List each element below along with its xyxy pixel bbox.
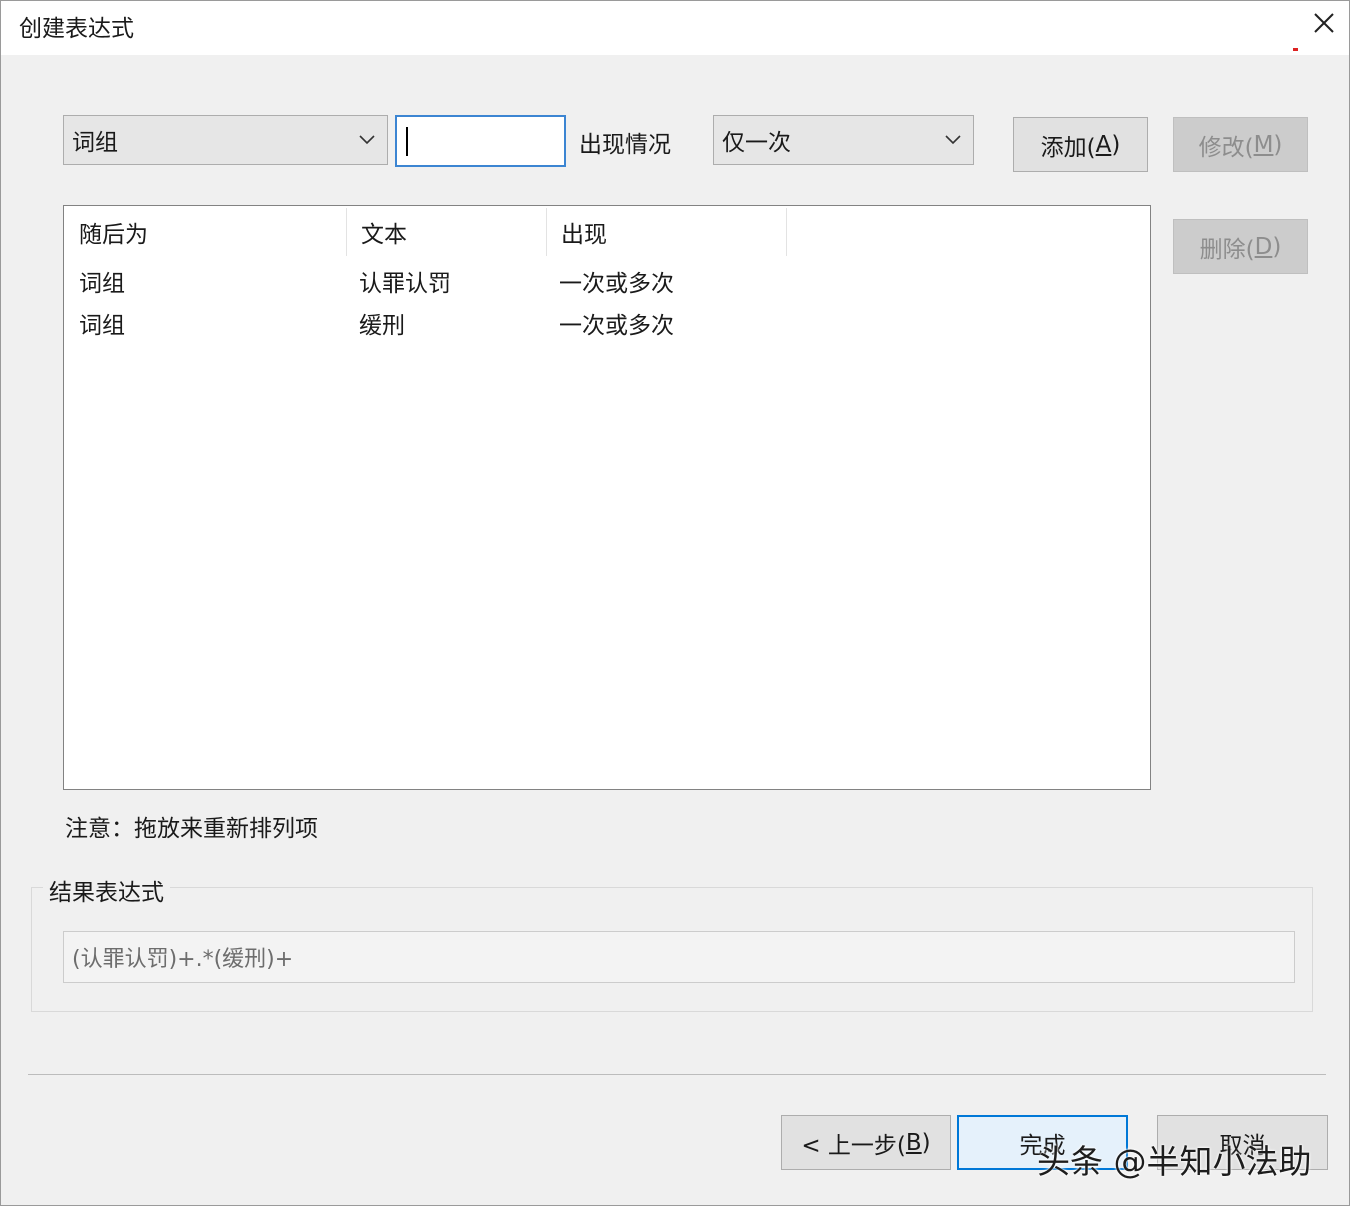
title-bar: 创建表达式 <box>1 1 1349 55</box>
modify-button-text: 修改( <box>1198 134 1254 161</box>
add-button[interactable]: 添加(A) <box>1013 117 1148 172</box>
list-row[interactable]: 词组 认罪认罚 一次或多次 <box>64 258 1150 300</box>
list-cell-type: 词组 <box>79 271 125 297</box>
delete-button[interactable]: 删除(D) <box>1173 219 1308 274</box>
watermark-text: 头条 @半知小法助 <box>1037 1142 1312 1181</box>
result-expression-field[interactable]: (认罪认罚)+.*(缓刑)+ <box>63 931 1295 983</box>
list-cell-type: 词组 <box>79 313 125 339</box>
dialog-title: 创建表达式 <box>19 16 134 42</box>
drag-drop-note: 注意：拖放来重新排列项 <box>65 816 318 842</box>
delete-button-mnemonic: D <box>1254 233 1273 260</box>
add-button-suffix: ) <box>1111 131 1121 158</box>
add-button-text: 添加( <box>1040 134 1096 161</box>
list-cell-text: 缓刑 <box>359 313 405 339</box>
add-button-mnemonic: A <box>1095 131 1112 158</box>
occurrence-label: 出现情况 <box>579 132 671 158</box>
column-separator[interactable] <box>786 208 787 256</box>
modify-button[interactable]: 修改(M) <box>1173 117 1308 172</box>
occurrence-combo-value: 仅一次 <box>722 130 791 156</box>
list-cell-occurrence: 一次或多次 <box>559 313 674 339</box>
back-button-mnemonic: B <box>905 1129 922 1156</box>
close-icon <box>1314 13 1334 33</box>
column-header-text[interactable]: 文本 <box>346 206 546 258</box>
back-button[interactable]: < 上一步(B) <box>781 1115 951 1170</box>
back-button-suffix: ) <box>921 1129 931 1156</box>
red-mark <box>1293 48 1298 51</box>
list-row[interactable]: 词组 缓刑 一次或多次 <box>64 300 1150 342</box>
result-expression-label: 结果表达式 <box>43 873 170 907</box>
delete-button-text: 删除( <box>1199 236 1255 263</box>
expression-items-list[interactable]: 随后为 文本 出现 词组 认罪认罚 一次或多次 词组 缓刑 一次或多次 <box>63 205 1151 790</box>
type-combo[interactable]: 词组 <box>63 115 388 165</box>
list-cell-text: 认罪认罚 <box>359 271 451 297</box>
type-combo-value: 词组 <box>72 130 118 156</box>
modify-button-suffix: ) <box>1273 131 1283 158</box>
occurrence-combo[interactable]: 仅一次 <box>713 115 974 165</box>
column-header-followed-by[interactable]: 随后为 <box>64 206 346 258</box>
chevron-down-icon <box>933 116 973 164</box>
column-header-occurrence[interactable]: 出现 <box>546 206 786 258</box>
modify-button-mnemonic: M <box>1253 131 1274 158</box>
close-button[interactable] <box>1299 1 1349 45</box>
list-cell-occurrence: 一次或多次 <box>559 271 674 297</box>
footer-divider <box>28 1074 1326 1075</box>
delete-button-suffix: ) <box>1272 233 1282 260</box>
back-button-text: < 上一步( <box>801 1132 906 1159</box>
text-input[interactable] <box>395 115 566 167</box>
chevron-down-icon <box>347 116 387 164</box>
create-expression-dialog: 创建表达式 词组 出现情况 仅一次 添加(A) 修改(M) 删除(D) 随… <box>0 0 1350 1206</box>
text-caret <box>406 127 408 156</box>
